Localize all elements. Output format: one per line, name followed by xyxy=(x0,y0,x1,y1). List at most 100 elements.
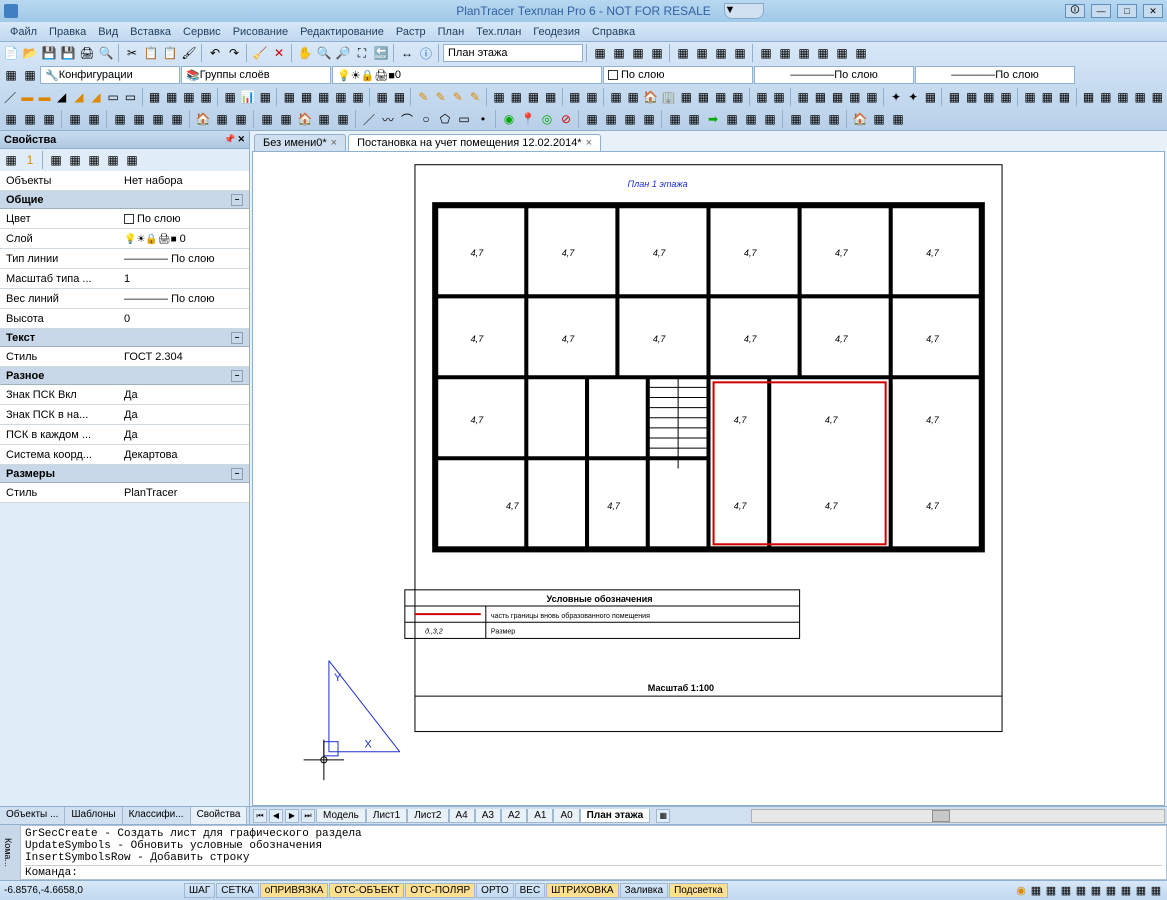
vtab-a1[interactable]: А1 xyxy=(527,809,553,823)
tool-47[interactable]: ▦ xyxy=(922,88,938,106)
prop-tb-7[interactable]: ▦ xyxy=(123,151,141,169)
tool-28[interactable]: ▦ xyxy=(567,88,583,106)
status-icon-8[interactable]: ▦ xyxy=(1119,884,1133,898)
btab-templates[interactable]: Шаблоны xyxy=(65,807,122,824)
tool2-22[interactable]: ▦ xyxy=(666,110,684,128)
tool2-30[interactable]: ▦ xyxy=(825,110,843,128)
tool2-4[interactable]: ▦ xyxy=(66,110,84,128)
redo-icon[interactable]: ↷ xyxy=(225,44,243,62)
menu-draw[interactable]: Рисование xyxy=(227,24,294,40)
tool-10[interactable]: ▦ xyxy=(222,88,238,106)
cut-icon[interactable]: ✂ xyxy=(123,44,141,62)
tool2-20[interactable]: ▦ xyxy=(621,110,639,128)
prop-tb-3[interactable]: ▦ xyxy=(47,151,65,169)
tool-49[interactable]: ▦ xyxy=(964,88,980,106)
panel-pin-icon[interactable]: 📌 xyxy=(224,134,235,145)
tool-26[interactable]: ▦ xyxy=(525,88,541,106)
draw-point-icon[interactable]: • xyxy=(474,110,492,128)
tool-48[interactable]: ▦ xyxy=(946,88,962,106)
tool-25[interactable]: ▦ xyxy=(508,88,524,106)
status-lwt[interactable]: ВЕС xyxy=(515,883,546,898)
tool-21[interactable]: ✎ xyxy=(433,88,449,106)
tool2-26[interactable]: ▦ xyxy=(742,110,760,128)
vtab-list2[interactable]: Лист2 xyxy=(407,809,448,823)
draw-arc-icon[interactable]: ⌒ xyxy=(398,110,416,128)
section-misc[interactable]: Разное xyxy=(6,370,44,382)
tool-39[interactable]: ▦ xyxy=(771,88,787,106)
line-icon[interactable]: ／ xyxy=(2,88,18,106)
tool-31[interactable]: ▦ xyxy=(625,88,641,106)
close-button[interactable]: ✕ xyxy=(1143,4,1163,18)
zoom-extents-icon[interactable]: ⛶ xyxy=(353,44,371,62)
tool2-25[interactable]: ▦ xyxy=(723,110,741,128)
draw-poly-icon[interactable]: ⬠ xyxy=(436,110,454,128)
status-ortho[interactable]: ОРТО xyxy=(476,883,513,898)
save-icon[interactable]: 💾 xyxy=(40,44,58,62)
tool2-3[interactable]: ▦ xyxy=(40,110,58,128)
status-osnap[interactable]: оПРИВЯЗКА xyxy=(260,883,329,898)
help-icon[interactable]: 🛈 xyxy=(1065,4,1085,18)
tool-4[interactable]: ▭ xyxy=(105,88,121,106)
print-icon[interactable]: 🖨 xyxy=(78,44,96,62)
status-icon-4[interactable]: ▦ xyxy=(1059,884,1073,898)
tool-12[interactable]: ▦ xyxy=(257,88,273,106)
tool-3[interactable]: ◢ xyxy=(88,88,104,106)
tool2-12[interactable]: ▦ xyxy=(232,110,250,128)
tb-icon-k[interactable]: ▦ xyxy=(795,44,813,62)
tool2-19[interactable]: ▦ xyxy=(602,110,620,128)
menu-help[interactable]: Справка xyxy=(586,24,641,40)
menu-techplan[interactable]: Тех.план xyxy=(470,24,527,40)
layer-combo[interactable]: 💡☀🔒🖨■ 0 xyxy=(332,66,602,84)
tb-icon-n[interactable]: ▦ xyxy=(852,44,870,62)
vtab-last[interactable]: ⏭ xyxy=(301,809,315,823)
marker-pin-icon[interactable]: 📍 xyxy=(519,110,537,128)
tool-15[interactable]: ▦ xyxy=(316,88,332,106)
vtab-a0[interactable]: А0 xyxy=(553,809,579,823)
menu-modify[interactable]: Редактирование xyxy=(294,24,390,40)
status-otrack-obj[interactable]: ОТС-ОБЪЕКТ xyxy=(329,883,404,898)
prop-tb-2[interactable]: 1 xyxy=(21,151,39,169)
wall2-icon[interactable]: ▬ xyxy=(36,88,52,106)
vtab-prev[interactable]: ◀ xyxy=(269,809,283,823)
tb-icon-f[interactable]: ▦ xyxy=(693,44,711,62)
layer-groups-combo[interactable]: 📚 Группы слоёв xyxy=(181,66,331,84)
tool2-2[interactable]: ▦ xyxy=(21,110,39,128)
doc-tab-0[interactable]: Без имени0*× xyxy=(254,134,346,151)
minimize-button[interactable]: — xyxy=(1091,4,1111,18)
tool-45[interactable]: ✦ xyxy=(888,88,904,106)
status-step[interactable]: ШАГ xyxy=(184,883,215,898)
tool2-7[interactable]: ▦ xyxy=(130,110,148,128)
tool2-28[interactable]: ▦ xyxy=(787,110,805,128)
objects-value[interactable]: Нет набора xyxy=(120,175,249,187)
marker-target-icon[interactable]: ◎ xyxy=(538,110,556,128)
prop-tb-4[interactable]: ▦ xyxy=(66,151,84,169)
config-icon-2[interactable]: ▦ xyxy=(21,66,39,84)
draw-line-icon[interactable]: ／ xyxy=(360,110,378,128)
tool-33[interactable]: 🏢 xyxy=(660,88,677,106)
vtab-model[interactable]: Модель xyxy=(316,809,366,823)
marker-green-icon[interactable]: ◉ xyxy=(500,110,518,128)
drawing-canvas[interactable]: План 1 этажа xyxy=(252,151,1165,806)
tool2-14[interactable]: ▦ xyxy=(277,110,295,128)
status-icon-10[interactable]: ▦ xyxy=(1149,884,1163,898)
tool-57[interactable]: ▦ xyxy=(1115,88,1131,106)
tool2-24[interactable]: ➡ xyxy=(704,110,722,128)
tool2-33[interactable]: ▦ xyxy=(889,110,907,128)
draw-pline-icon[interactable]: 〰 xyxy=(379,110,397,128)
btab-props[interactable]: Свойства xyxy=(191,807,248,824)
tool-34[interactable]: ▦ xyxy=(678,88,694,106)
tool2-9[interactable]: ▦ xyxy=(168,110,186,128)
open-icon[interactable]: 📂 xyxy=(21,44,39,62)
prop-tb-6[interactable]: ▦ xyxy=(104,151,122,169)
tb-icon-g[interactable]: ▦ xyxy=(712,44,730,62)
layout-icon[interactable]: ▦ xyxy=(656,809,670,823)
tool-36[interactable]: ▦ xyxy=(713,88,729,106)
tool2-1[interactable]: ▦ xyxy=(2,110,20,128)
tool-20[interactable]: ✎ xyxy=(415,88,431,106)
tool-29[interactable]: ▦ xyxy=(584,88,600,106)
vtab-plan[interactable]: План этажа xyxy=(580,809,651,823)
tb-icon-l[interactable]: ▦ xyxy=(814,44,832,62)
tool-5[interactable]: ▭ xyxy=(122,88,138,106)
section-dims[interactable]: Размеры xyxy=(6,468,55,480)
tb-icon-m[interactable]: ▦ xyxy=(833,44,851,62)
